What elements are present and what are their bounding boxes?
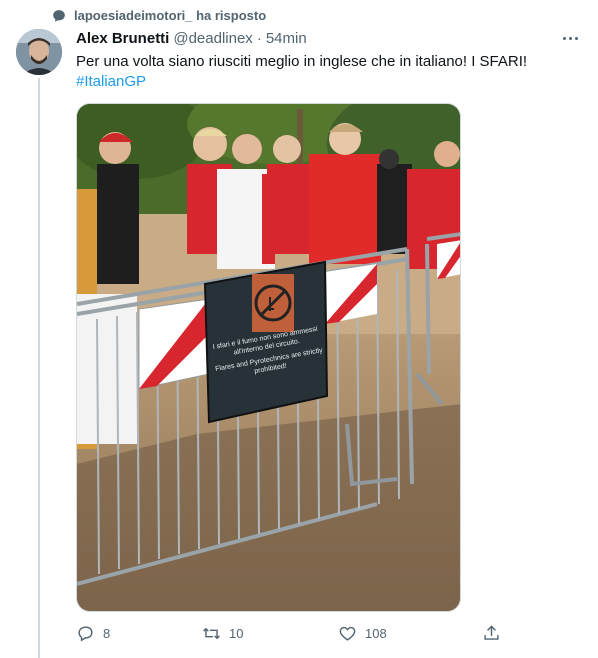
tweet-actions: 8 10 108 [76, 624, 506, 648]
retweet-icon [203, 627, 220, 640]
reply-context-text: lapoesiadeimotori_ ha risposto [74, 8, 267, 23]
avatar-image [16, 29, 62, 75]
retweet-count: 10 [229, 626, 244, 641]
share-button[interactable] [482, 624, 501, 643]
tweet-photo[interactable]: I sfari e il fumo non sono ammessi all'i… [76, 103, 461, 612]
avatar[interactable] [16, 29, 62, 75]
reply-button[interactable]: 8 [76, 624, 110, 643]
like-count: 108 [365, 626, 387, 641]
separator-dot: · [256, 30, 262, 47]
tweet-body: Per una volta siano riusciti meglio in i… [76, 53, 528, 70]
photo-scene: I sfari e il fumo non sono ammessi all'i… [77, 104, 460, 611]
reply-context[interactable]: lapoesiadeimotori_ ha risposto [52, 8, 266, 23]
tweet-time[interactable]: 54min [266, 30, 307, 47]
author-name[interactable]: Alex Brunetti [76, 30, 169, 47]
share-icon [484, 625, 499, 640]
author-handle[interactable]: @deadlinex [173, 30, 252, 47]
speech-bubble-icon [53, 9, 65, 22]
thread-line [38, 78, 40, 658]
like-button[interactable]: 108 [338, 624, 387, 643]
tweet-text: Per una volta siano riusciti meglio in i… [76, 52, 576, 92]
heart-icon [339, 626, 356, 641]
reply-icon [78, 626, 93, 642]
more-dots-icon[interactable] [559, 33, 582, 44]
tweet-header: Alex Brunetti @deadlinex · 54min [76, 30, 582, 47]
retweet-button[interactable]: 10 [202, 624, 243, 643]
hashtag-link[interactable]: #ItalianGP [76, 72, 576, 92]
reply-count: 8 [103, 626, 111, 641]
